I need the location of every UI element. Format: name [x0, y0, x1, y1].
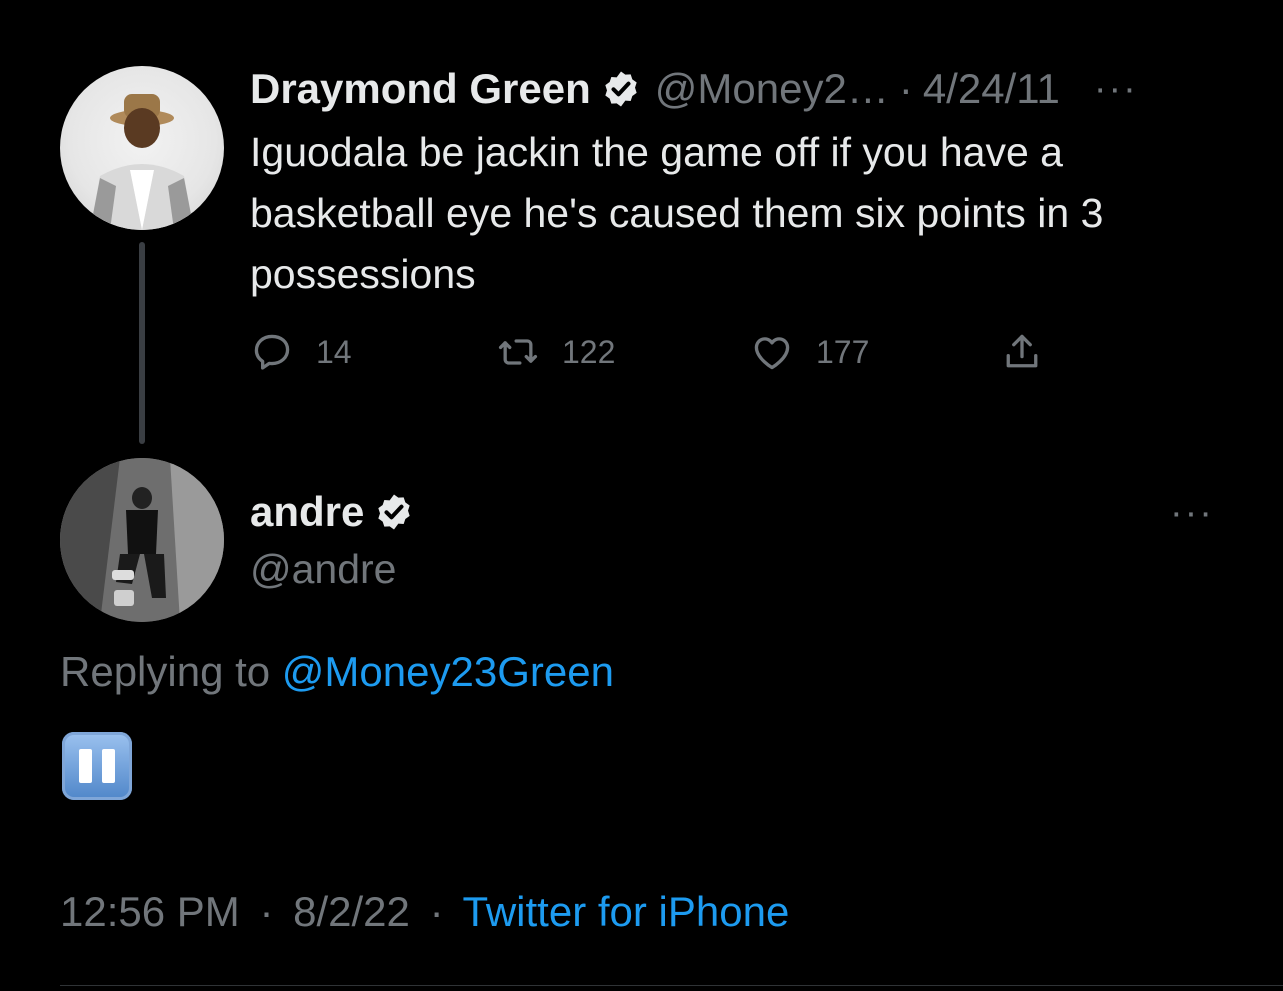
pause-bar-right [102, 749, 115, 783]
separator-dot: · [429, 888, 444, 935]
avatar-photo-icon [90, 94, 194, 230]
author-handle[interactable]: @andre [250, 546, 396, 593]
reply-action[interactable]: 14 [250, 330, 352, 374]
tweet-actions-bar: 14 122 177 [250, 330, 1070, 380]
tweet-source-link[interactable]: Twitter for iPhone [463, 888, 790, 935]
verified-badge-icon [378, 494, 411, 530]
author-handle[interactable]: @Money2… [655, 65, 889, 113]
separator-dot: · [259, 888, 274, 935]
replying-to-line: Replying to @Money23Green [60, 648, 614, 696]
avatar-photo-icon [60, 458, 224, 622]
replying-to-label: Replying to [60, 648, 271, 695]
parent-tweet-header: Draymond Green @Money2… · 4/24/11 ··· [250, 64, 1138, 114]
tweet-metadata: 12:56 PM · 8/2/22 · Twitter for iPhone [60, 888, 789, 936]
tweet-text: Iguodala be jackin the game off if you h… [250, 129, 1104, 297]
pause-bar-left [79, 749, 92, 783]
tweet-time[interactable]: 12:56 PM [60, 888, 240, 935]
author-name[interactable]: andre [250, 488, 364, 536]
andre-avatar[interactable] [60, 458, 224, 622]
retweet-icon [498, 339, 538, 365]
more-options-icon[interactable]: ··· [1094, 68, 1138, 111]
replying-to-handle-link[interactable]: @Money23Green [282, 648, 614, 695]
like-action[interactable]: 177 [750, 330, 869, 374]
share-action[interactable] [1000, 330, 1044, 374]
more-options-icon[interactable]: ··· [1170, 492, 1214, 535]
reply-count: 14 [316, 333, 352, 370]
author-name[interactable]: Draymond Green [250, 65, 591, 113]
divider [60, 985, 1283, 986]
separator-dot: · [898, 65, 913, 112]
reply-icon [254, 334, 290, 370]
thread-connector-line [139, 242, 145, 444]
reply-tweet-header: andre [250, 486, 428, 538]
like-count: 177 [816, 333, 870, 370]
tweet-date[interactable]: 4/24/11 [923, 65, 1060, 113]
verified-badge-icon [605, 71, 637, 107]
draymond-green-avatar[interactable] [60, 66, 224, 230]
share-icon [1006, 334, 1038, 368]
retweet-action[interactable]: 122 [496, 330, 615, 374]
tweet-date[interactable]: 8/2/22 [293, 888, 410, 935]
retweet-count: 122 [562, 333, 616, 370]
pause-button-emoji [62, 732, 132, 800]
heart-icon [754, 337, 790, 370]
